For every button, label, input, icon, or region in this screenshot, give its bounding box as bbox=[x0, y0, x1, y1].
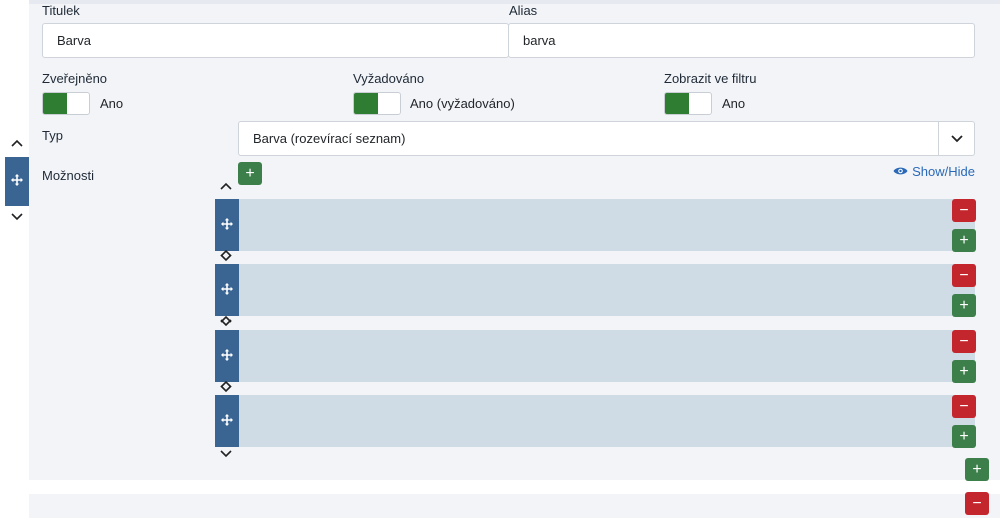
move-icon bbox=[221, 413, 233, 429]
remove-field-button[interactable]: − bbox=[965, 492, 989, 515]
remove-option-button[interactable]: − bbox=[952, 395, 976, 418]
alias-input[interactable]: barva bbox=[508, 23, 975, 58]
title-label: Titulek bbox=[42, 3, 80, 18]
add-option-top-button[interactable]: + bbox=[238, 162, 262, 185]
option-move-up-icon[interactable] bbox=[219, 314, 233, 324]
add-field-button[interactable]: + bbox=[965, 458, 989, 481]
title-input-value: Barva bbox=[57, 33, 91, 48]
alias-input-value: barva bbox=[523, 33, 556, 48]
option-move-down-icon[interactable] bbox=[219, 449, 233, 459]
option-drag-handle[interactable] bbox=[215, 264, 239, 316]
options-label: Možnosti bbox=[42, 168, 95, 183]
option-drag-handle[interactable] bbox=[215, 199, 239, 251]
move-icon bbox=[221, 348, 233, 364]
options-up-icon[interactable] bbox=[219, 181, 233, 191]
type-select-value: Barva (rozevírací seznam) bbox=[253, 131, 406, 146]
required-label: Vyžadováno bbox=[353, 71, 425, 86]
option-drag-handle[interactable] bbox=[215, 330, 239, 382]
move-icon bbox=[221, 282, 233, 298]
remove-option-button[interactable]: − bbox=[952, 264, 976, 287]
type-label: Typ bbox=[42, 128, 63, 143]
eye-icon bbox=[893, 164, 908, 179]
published-label: Zveřejněno bbox=[42, 71, 108, 86]
chevron-down-icon bbox=[938, 122, 974, 155]
alias-label: Alias bbox=[509, 3, 538, 18]
title-input[interactable]: Barva bbox=[42, 23, 509, 58]
remove-option-button[interactable]: − bbox=[952, 199, 976, 222]
show-in-filter-toggle[interactable] bbox=[664, 92, 712, 115]
option-row bbox=[239, 264, 975, 316]
type-select[interactable]: Barva (rozevírací seznam) bbox=[238, 121, 975, 156]
option-row bbox=[239, 330, 975, 382]
required-toggle[interactable] bbox=[353, 92, 401, 115]
show-in-filter-label: Zobrazit ve filtru bbox=[664, 71, 757, 86]
move-icon bbox=[11, 174, 23, 189]
required-state: Ano (vyžadováno) bbox=[410, 96, 515, 111]
next-field-panel bbox=[29, 494, 1000, 518]
option-drag-handle[interactable] bbox=[215, 395, 239, 447]
published-state: Ano bbox=[100, 96, 124, 111]
published-toggle[interactable] bbox=[42, 92, 90, 115]
option-move-up-icon[interactable] bbox=[219, 248, 233, 258]
show-hide-label: Show/Hide bbox=[912, 164, 975, 179]
show-hide-link[interactable]: Show/Hide bbox=[893, 164, 975, 179]
option-move-up-icon[interactable] bbox=[219, 379, 233, 389]
move-down-icon[interactable] bbox=[10, 212, 24, 222]
add-option-button[interactable]: + bbox=[952, 229, 976, 252]
field-drag-handle[interactable] bbox=[5, 157, 29, 206]
move-icon bbox=[221, 217, 233, 233]
option-row bbox=[239, 395, 975, 447]
add-option-button[interactable]: + bbox=[952, 360, 976, 383]
remove-option-button[interactable]: − bbox=[952, 330, 976, 353]
option-row bbox=[239, 199, 975, 251]
add-option-button[interactable]: + bbox=[952, 425, 976, 448]
add-option-button[interactable]: + bbox=[952, 294, 976, 317]
show-in-filter-state: Ano bbox=[722, 96, 746, 111]
move-up-icon[interactable] bbox=[10, 138, 24, 148]
